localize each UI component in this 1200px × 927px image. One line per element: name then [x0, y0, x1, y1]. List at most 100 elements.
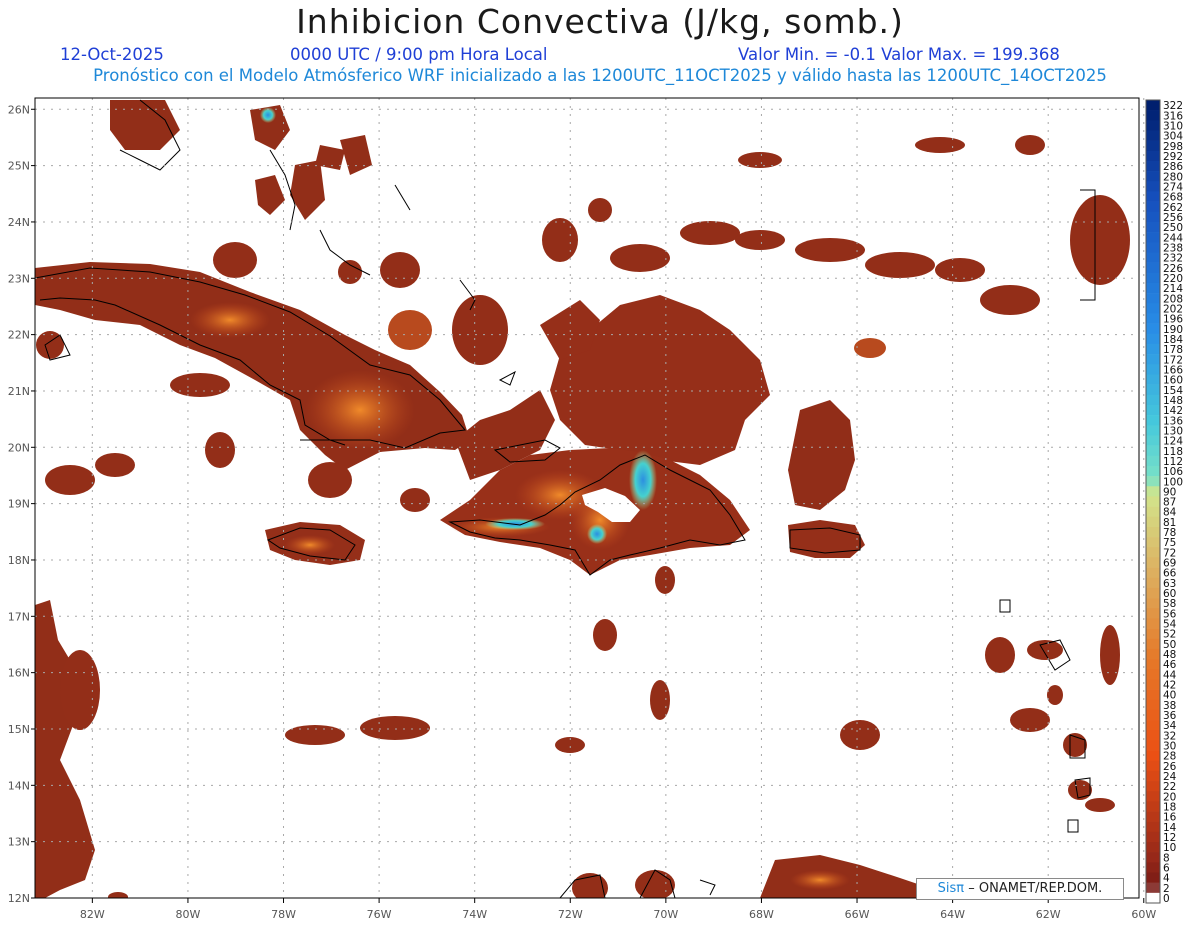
colorbar-swatch: [1146, 547, 1160, 558]
colorbar-swatch: [1146, 730, 1160, 741]
colorbar-swatch: [1146, 882, 1160, 894]
colorbar-swatch: [1146, 232, 1160, 243]
lat-tick-label: 21N: [8, 385, 30, 398]
colorbar-swatch: [1146, 811, 1160, 822]
colorbar-swatch: [1146, 110, 1160, 121]
field-cuba: [35, 262, 470, 470]
colorbar-swatch: [1146, 842, 1160, 853]
field-warm-cuba-east: [305, 370, 415, 450]
colorbar-swatch: [1146, 476, 1160, 487]
lon-tick-label: 72W: [558, 908, 583, 921]
lat-tick-label: 12N: [8, 892, 30, 905]
field-florida: [110, 100, 180, 150]
colorbar: 3223163103042982922862802742682622562502…: [1145, 99, 1183, 905]
colorbar-swatch: [1146, 374, 1160, 385]
lon-tick-label: 62W: [1036, 908, 1061, 921]
colorbar-swatch: [1146, 679, 1160, 690]
map-canvas: 82W 80W 78W 76W 74W 72W 70W 68W 66W 64W 62W 60W 12N 1…: [8, 97, 1183, 921]
colorbar-swatch: [1146, 567, 1160, 579]
colorbar-swatch: [1146, 171, 1160, 182]
colorbar-swatch: [1146, 100, 1160, 111]
colorbar-swatch: [1146, 252, 1160, 263]
colorbar-swatch: [1146, 852, 1160, 863]
lon-tick-label: 60W: [1131, 908, 1156, 921]
lat-tick-label: 25N: [8, 160, 30, 173]
colorbar-swatch: [1146, 282, 1160, 294]
lat-tick-label: 22N: [8, 329, 30, 342]
colorbar-swatch: [1146, 689, 1160, 701]
colorbar-swatch: [1146, 415, 1160, 426]
colorbar-swatch: [1146, 801, 1160, 812]
colorbar-swatch: [1146, 720, 1160, 731]
colorbar-swatch: [1146, 862, 1160, 873]
lon-tick-label: 80W: [175, 908, 200, 921]
lat-tick-label: 24N: [8, 216, 30, 229]
colorbar-swatch: [1146, 394, 1160, 406]
colorbar-swatch: [1146, 293, 1160, 304]
colorbar-swatch: [1146, 821, 1160, 833]
lon-tick-label: 64W: [940, 908, 965, 921]
lon-tick-label: 66W: [845, 908, 870, 921]
colorbar-swatch: [1146, 435, 1160, 446]
colorbar-swatch: [1146, 211, 1160, 223]
lat-tick-label: 19N: [8, 498, 30, 511]
colorbar-swatch: [1146, 130, 1160, 141]
colorbar-swatch: [1146, 770, 1160, 782]
colorbar-swatch: [1146, 354, 1160, 365]
colorbar-swatch: [1146, 140, 1160, 152]
colorbar-swatch: [1146, 659, 1160, 670]
colorbar-swatch: [1146, 506, 1160, 518]
colorbar-swatch: [1146, 648, 1160, 660]
field-warm-cuba-west: [190, 302, 270, 338]
colorbar-swatch: [1146, 760, 1160, 772]
colorbar-swatch: [1146, 333, 1160, 345]
colorbar-swatch: [1146, 455, 1160, 467]
colorbar-swatch: [1146, 201, 1160, 213]
colorbar-swatch: [1146, 181, 1160, 192]
colorbar-swatch: [1146, 831, 1160, 843]
colorbar-swatch: [1146, 242, 1160, 253]
colorbar-swatch: [1146, 577, 1160, 589]
field-puerto-rico: [788, 520, 865, 558]
colorbar-swatch: [1146, 191, 1160, 202]
colorbar-swatch: [1146, 709, 1160, 721]
colorbar-swatch: [1146, 364, 1160, 375]
colorbar-swatch: [1146, 221, 1160, 233]
colorbar-swatch: [1146, 598, 1160, 609]
colorbar-swatch: [1146, 120, 1160, 131]
cin-field: [35, 100, 1130, 898]
colorbar-swatch: [1146, 465, 1160, 477]
colorbar-swatch: [1146, 618, 1160, 629]
colorbar-swatch: [1146, 699, 1160, 711]
colorbar-swatch: [1146, 272, 1160, 284]
lat-tick-label: 15N: [8, 723, 30, 736]
lat-tick-label: 17N: [8, 610, 30, 623]
lat-tick-label: 14N: [8, 779, 30, 792]
lat-tick-label: 26N: [8, 103, 30, 116]
colorbar-swatch: [1146, 384, 1160, 396]
colorbar-swatch: [1146, 262, 1160, 274]
credit-box: Sisπ – ONAMET/REP.DOM.: [916, 878, 1124, 900]
colorbar-swatch: [1146, 557, 1160, 568]
lon-tick-label: 76W: [367, 908, 392, 921]
colorbar-swatch: [1146, 638, 1160, 650]
colorbar-swatch: [1146, 587, 1160, 599]
lon-tick-label: 74W: [462, 908, 487, 921]
lon-tick-label: 70W: [653, 908, 678, 921]
colorbar-swatch: [1146, 160, 1160, 172]
colorbar-swatch: [1146, 425, 1160, 436]
colorbar-swatch: [1146, 669, 1160, 680]
colorbar-swatch: [1146, 486, 1160, 497]
lat-tick-label: 20N: [8, 441, 30, 454]
colorbar-swatch: [1146, 303, 1160, 314]
colorbar-swatch: [1146, 445, 1160, 457]
lat-tick-label: 13N: [8, 836, 30, 849]
colorbar-swatch: [1146, 740, 1160, 751]
lon-tick-label: 78W: [271, 908, 296, 921]
colorbar-swatch: [1146, 150, 1160, 162]
colorbar-swatch: [1146, 313, 1160, 324]
lon-tick-label: 68W: [749, 908, 774, 921]
field-cyan-dr: [629, 450, 657, 510]
colorbar-swatch: [1146, 343, 1160, 355]
sispi-logo: Sisπ: [937, 881, 965, 896]
